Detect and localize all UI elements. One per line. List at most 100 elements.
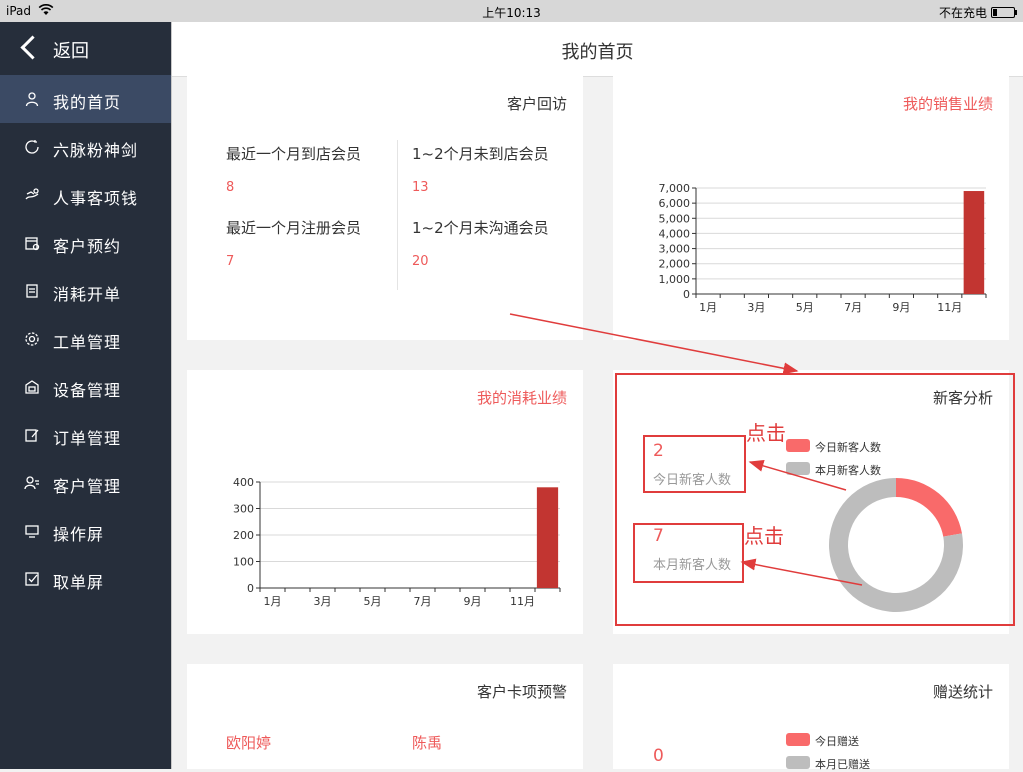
battery-status: 不在充电 xyxy=(938,4,1017,21)
building-icon xyxy=(24,379,40,395)
checkbox-icon xyxy=(24,571,40,587)
y-tick-label: 7,000 xyxy=(659,182,691,195)
monitor-icon xyxy=(24,523,40,539)
sidebar-item[interactable]: 客户预约 xyxy=(0,219,171,267)
sidebar-item[interactable]: 设备管理 xyxy=(0,363,171,411)
today-gift-count[interactable]: 0 xyxy=(653,746,664,766)
sidebar-item-label: 客户管理 xyxy=(53,477,122,496)
stat-label[interactable]: 1~2个月未到店会员 xyxy=(412,143,549,164)
customer-visit-card: 客户回访 最近一个月到店会员 8 1~2个月未到店会员 13 最近一个月注册会员… xyxy=(187,76,583,340)
y-tick-label: 300 xyxy=(233,503,254,516)
status-bar: iPad 上午10:13 不在充电 xyxy=(0,0,1023,22)
sidebar-item[interactable]: 订单管理 xyxy=(0,411,171,459)
sidebar-item[interactable]: 人事客项钱 xyxy=(0,171,171,219)
sidebar-item[interactable]: 取单屏 xyxy=(0,555,171,603)
warning-customer-name[interactable]: 陈禹 xyxy=(412,732,442,753)
x-tick-label: 1月 xyxy=(264,595,282,608)
calendar-icon xyxy=(24,235,40,251)
sidebar-item-label: 设备管理 xyxy=(53,381,122,400)
charging-label: 不在充电 xyxy=(938,6,987,20)
y-tick-label: 0 xyxy=(247,582,254,595)
y-tick-label: 6,000 xyxy=(659,197,691,210)
sidebar-item-label: 人事客项钱 xyxy=(53,189,139,208)
user-list-icon xyxy=(24,475,40,491)
sidebar-item-label: 我的首页 xyxy=(53,93,122,112)
sales-bar-chart: 0 1,000 2,000 3,000 4,000 5,000 6,000 7,000 1月 3月… xyxy=(659,182,987,314)
gift-stats-card: 赠送统计 0 今日赠送 本月已赠送 xyxy=(613,664,1009,771)
bar xyxy=(536,487,559,588)
stat-value[interactable]: 7 xyxy=(226,254,234,269)
sidebar-divider xyxy=(171,22,172,769)
page-title: 我的首页 xyxy=(561,42,634,63)
sidebar-item-label: 六脉粉神剑 xyxy=(53,141,139,160)
warning-customer-name[interactable]: 欧阳婷 xyxy=(226,732,271,753)
stat-label[interactable]: 1~2个月未沟通会员 xyxy=(412,217,549,238)
card-warning-card: 客户卡项预警 欧阳婷 陈禹 xyxy=(187,664,583,769)
x-tick-label: 11月 xyxy=(510,595,535,608)
highlight-box-today xyxy=(643,435,746,493)
sidebar-item[interactable]: 我的首页 xyxy=(0,75,171,123)
x-tick-label: 7月 xyxy=(844,301,862,314)
stat-label[interactable]: 最近一个月注册会员 xyxy=(226,217,361,238)
card-title: 客户卡项预警 xyxy=(476,683,567,701)
consumption-bar-chart: 0 100 200 300 400 1月 3月 5月 7月 9月 11月 xyxy=(233,476,561,608)
legend-label: 本月已赠送 xyxy=(815,758,870,771)
card-title: 客户回访 xyxy=(506,95,567,113)
hand-coins-icon xyxy=(24,187,40,203)
x-tick-label: 3月 xyxy=(747,301,765,314)
document-icon xyxy=(24,283,40,299)
highlight-box-month xyxy=(633,523,744,583)
y-tick-label: 3,000 xyxy=(659,243,691,256)
battery-icon xyxy=(991,7,1017,18)
sidebar-item-label: 消耗开单 xyxy=(53,285,122,304)
stat-value[interactable]: 13 xyxy=(412,180,429,195)
sidebar-item-label: 操作屏 xyxy=(53,525,105,544)
chevron-left-icon xyxy=(20,35,45,60)
x-tick-label: 3月 xyxy=(314,595,332,608)
y-tick-label: 5,000 xyxy=(659,212,691,225)
bar xyxy=(963,191,985,294)
refresh-icon xyxy=(24,139,40,155)
sidebar: 返回 我的首页六脉粉神剑人事客项钱客户预约消耗开单工单管理设备管理订单管理客户管… xyxy=(0,22,171,769)
y-tick-label: 0 xyxy=(683,288,690,301)
x-tick-label: 5月 xyxy=(364,595,382,608)
y-tick-label: 400 xyxy=(233,476,254,489)
x-tick-label: 9月 xyxy=(464,595,482,608)
sidebar-item-label: 工单管理 xyxy=(53,333,122,352)
stat-label[interactable]: 最近一个月到店会员 xyxy=(226,143,361,164)
sidebar-item[interactable]: 操作屏 xyxy=(0,507,171,555)
sidebar-item-label: 订单管理 xyxy=(53,429,122,448)
sidebar-item[interactable]: 客户管理 xyxy=(0,459,171,507)
x-tick-label: 1月 xyxy=(699,301,717,314)
annotation-note: 点击 xyxy=(744,524,784,548)
sidebar-item[interactable]: 六脉粉神剑 xyxy=(0,123,171,171)
sidebar-item[interactable]: 工单管理 xyxy=(0,315,171,363)
status-time: 上午10:13 xyxy=(482,6,541,20)
sidebar-item-label: 取单屏 xyxy=(53,573,105,592)
legend-swatch-today-gift xyxy=(786,733,810,746)
x-tick-label: 11月 xyxy=(937,301,962,314)
stat-value[interactable]: 8 xyxy=(226,180,234,195)
divider xyxy=(397,140,398,290)
x-tick-label: 7月 xyxy=(414,595,432,608)
stat-value[interactable]: 20 xyxy=(412,254,429,269)
gear-icon xyxy=(24,331,40,347)
y-tick-label: 200 xyxy=(233,529,254,542)
consumption-performance-card: 我的消耗业绩 0 100 200 300 400 1月 3月 5月 7月 9月 11月 xyxy=(187,370,583,634)
y-tick-label: 2,000 xyxy=(659,258,691,271)
card-title: 赠送统计 xyxy=(932,683,993,701)
highlight-box-new-customer xyxy=(615,373,1015,626)
legend-swatch-month-gift xyxy=(786,756,810,769)
edit-icon xyxy=(24,427,40,443)
y-tick-label: 4,000 xyxy=(659,227,691,240)
user-icon xyxy=(24,91,40,107)
sidebar-item-label: 客户预约 xyxy=(53,237,122,256)
x-tick-label: 9月 xyxy=(892,301,910,314)
sidebar-item[interactable]: 消耗开单 xyxy=(0,267,171,315)
header: 我的首页 xyxy=(172,22,1023,77)
sidebar-nav: 我的首页六脉粉神剑人事客项钱客户预约消耗开单工单管理设备管理订单管理客户管理操作… xyxy=(0,75,171,603)
y-tick-label: 1,000 xyxy=(659,273,691,286)
sales-performance-card: 我的销售业绩 0 1,000 2,000 3,000 4,000 5,000 6,000 7,… xyxy=(613,76,1009,340)
back-button[interactable]: 返回 xyxy=(0,22,171,75)
annotation-note: 点击 xyxy=(746,421,786,445)
